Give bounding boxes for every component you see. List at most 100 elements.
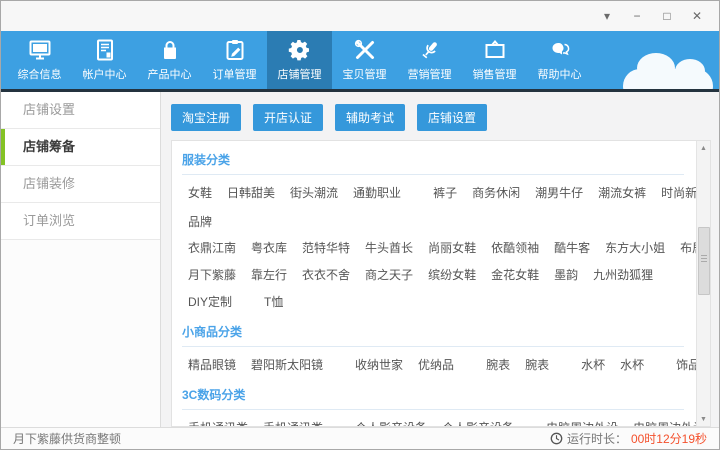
section-title: 服装分类 (182, 141, 684, 175)
category-link[interactable]: 街头潮流 (290, 184, 338, 201)
nav-tab-gear[interactable]: 店铺管理 (267, 31, 332, 89)
category-link[interactable]: 通勤职业 (353, 184, 401, 201)
sidebar-item[interactable]: 店铺筹备 (1, 129, 160, 166)
category-link[interactable]: 九州劲狐狸 (593, 266, 653, 283)
category-link[interactable]: 依酷领袖 (491, 239, 539, 256)
category-link[interactable]: 潮流女裤 (598, 184, 646, 201)
nav-tab-shopping-bag[interactable]: 产品中心 (137, 31, 202, 89)
category-links-row: 女鞋日韩甜美街头潮流通勤职业裤子商务休闲潮男牛仔潮流女裤时尚新秀 (182, 175, 684, 204)
category-link[interactable]: 腕表 (525, 356, 549, 373)
toolbar-button[interactable]: 淘宝注册 (171, 104, 241, 131)
cloud-decoration (623, 69, 713, 89)
category-section: 服装分类女鞋日韩甜美街头潮流通勤职业裤子商务休闲潮男牛仔潮流女裤时尚新秀品牌衣鼎… (182, 141, 684, 313)
category-link[interactable]: 缤纷女鞋 (428, 266, 476, 283)
nav-tab-monitor[interactable]: 综合信息 (7, 31, 72, 89)
category-link[interactable]: 日韩甜美 (227, 184, 275, 201)
category-link[interactable]: 衣鼎江南 (188, 239, 236, 256)
nav-tab-label: 宝贝管理 (343, 66, 387, 82)
statusbar-supplier-text: 月下紫藤供货商整顿 (13, 430, 121, 447)
scrollbar-up-icon[interactable]: ▲ (697, 141, 711, 155)
category-link[interactable]: 水杯 (620, 356, 644, 373)
nav-tab-label: 综合信息 (18, 66, 62, 82)
category-link[interactable]: 潮男牛仔 (535, 184, 583, 201)
category-link[interactable]: 精品眼镜 (188, 356, 236, 373)
category-link[interactable]: 尚丽女鞋 (428, 239, 476, 256)
nav-tab-tools[interactable]: 宝贝管理 (332, 31, 397, 89)
vertical-scrollbar[interactable]: ▲ ▼ (696, 141, 710, 426)
titlebar: ▾−□ ✕ (1, 1, 719, 31)
link-group: 衣鼎江南粤衣库范特华特牛头酋长尚丽女鞋依酷领袖酷牛客东方大小姐布居衣阁彩色格调雅… (188, 239, 711, 256)
category-link[interactable]: 电脑周边外设 (633, 419, 705, 427)
category-link[interactable]: 手机通讯类 (188, 419, 248, 427)
category-link[interactable]: 手机通讯类 (263, 419, 323, 427)
category-link[interactable]: 牛头酋长 (365, 239, 413, 256)
toolbar-button[interactable]: 辅助考试 (335, 104, 405, 131)
brand-label: 品牌 (182, 204, 684, 230)
category-link[interactable]: 商务休闲 (472, 184, 520, 201)
link-group: 月下紫藤靠左行衣衣不舍商之天子缤纷女鞋金花女鞋墨韵九州劲狐狸 (188, 266, 653, 283)
window-controls: ▾−□ ✕ (589, 6, 709, 26)
category-link[interactable]: 商之天子 (365, 266, 413, 283)
maximize-button[interactable]: □ (655, 6, 679, 26)
category-link[interactable]: 电脑周边外设 (546, 419, 618, 427)
sidebar-item[interactable]: 店铺设置 (1, 92, 160, 129)
link-group: T恤 (264, 293, 283, 310)
sidebar-item[interactable]: 店铺装修 (1, 166, 160, 203)
microphone-icon (418, 38, 442, 62)
category-link[interactable]: 腕表 (486, 356, 510, 373)
category-link[interactable]: 裤子 (433, 184, 457, 201)
runtime-value: 00时12分19秒 (631, 430, 707, 447)
shopping-bag-icon (158, 38, 182, 62)
category-links-row: 手机通讯类手机通讯类个人影音设备个人影音设备电脑周边外设电脑周边外设 (182, 410, 684, 427)
category-link[interactable]: T恤 (264, 293, 283, 310)
category-link[interactable]: 衣衣不舍 (302, 266, 350, 283)
nav-tab-label: 帮助中心 (538, 66, 582, 82)
toolbar-button[interactable]: 开店认证 (253, 104, 323, 131)
main-area: 店铺设置店铺筹备店铺装修订单浏览 淘宝注册开店认证辅助考试店铺设置 服装分类女鞋… (1, 92, 719, 427)
nav-tab-account-doc[interactable]: 帐户中心 (72, 31, 137, 89)
category-link[interactable]: 月下紫藤 (188, 266, 236, 283)
category-link[interactable]: 靠左行 (251, 266, 287, 283)
tools-icon (353, 38, 377, 62)
nav-tab-chat-bubbles[interactable]: 帮助中心 (527, 31, 592, 89)
account-doc-icon (93, 38, 117, 62)
scrollbar-down-icon[interactable]: ▼ (697, 412, 711, 426)
category-link[interactable]: 水杯 (581, 356, 605, 373)
category-link[interactable]: DIY定制 (188, 293, 232, 310)
category-section: 小商品分类精品眼镜碧阳斯太阳镜收纳世家优纳品腕表腕表水杯水杯饰品饰品 (182, 313, 684, 376)
category-link[interactable]: 个人影音设备 (442, 419, 514, 427)
link-group: 收纳世家优纳品 (355, 356, 454, 373)
link-group: 女鞋日韩甜美街头潮流通勤职业 (188, 184, 401, 201)
category-link[interactable]: 女鞋 (188, 184, 212, 201)
sidebar-item[interactable]: 订单浏览 (1, 203, 160, 240)
link-group: 手机通讯类 手机通讯类 (188, 419, 323, 427)
category-link[interactable]: 优纳品 (418, 356, 454, 373)
toolbar: 淘宝注册开店认证辅助考试店铺设置 (171, 104, 711, 131)
category-link[interactable]: 粤衣库 (251, 239, 287, 256)
category-link[interactable]: 个人影音设备 (355, 419, 427, 427)
clock-icon (550, 432, 563, 445)
window-menu-button[interactable]: ▾ (595, 6, 619, 26)
category-link[interactable]: 碧阳斯太阳镜 (251, 356, 323, 373)
monitor-icon (28, 38, 52, 62)
nav-tab-clipboard-pencil[interactable]: 订单管理 (202, 31, 267, 89)
toolbar-button[interactable]: 店铺设置 (417, 104, 487, 131)
section-title: 3C数码分类 (182, 376, 684, 410)
category-link[interactable]: 东方大小姐 (605, 239, 665, 256)
category-link[interactable]: 金花女鞋 (491, 266, 539, 283)
category-link[interactable]: 墨韵 (554, 266, 578, 283)
nav-tab-frame[interactable]: 销售管理 (462, 31, 527, 89)
scrollbar-thumb[interactable] (698, 227, 710, 295)
nav-tab-microphone[interactable]: 营销管理 (397, 31, 462, 89)
category-link[interactable]: 范特华特 (302, 239, 350, 256)
category-links-row: 衣鼎江南粤衣库范特华特牛头酋长尚丽女鞋依酷领袖酷牛客东方大小姐布居衣阁彩色格调雅… (182, 230, 684, 259)
frame-icon (483, 38, 507, 62)
statusbar: 月下紫藤供货商整顿 运行时长：00时12分19秒 (1, 427, 719, 449)
category-link[interactable]: 酷牛客 (554, 239, 590, 256)
minimize-button[interactable]: − (625, 6, 649, 26)
category-link[interactable]: 收纳世家 (355, 356, 403, 373)
nav-tab-label: 产品中心 (148, 66, 192, 82)
category-section: 3C数码分类手机通讯类手机通讯类个人影音设备个人影音设备电脑周边外设电脑周边外设… (182, 376, 684, 427)
category-links-row: DIY定制 T恤 (182, 286, 684, 313)
close-button[interactable]: ✕ (685, 6, 709, 26)
